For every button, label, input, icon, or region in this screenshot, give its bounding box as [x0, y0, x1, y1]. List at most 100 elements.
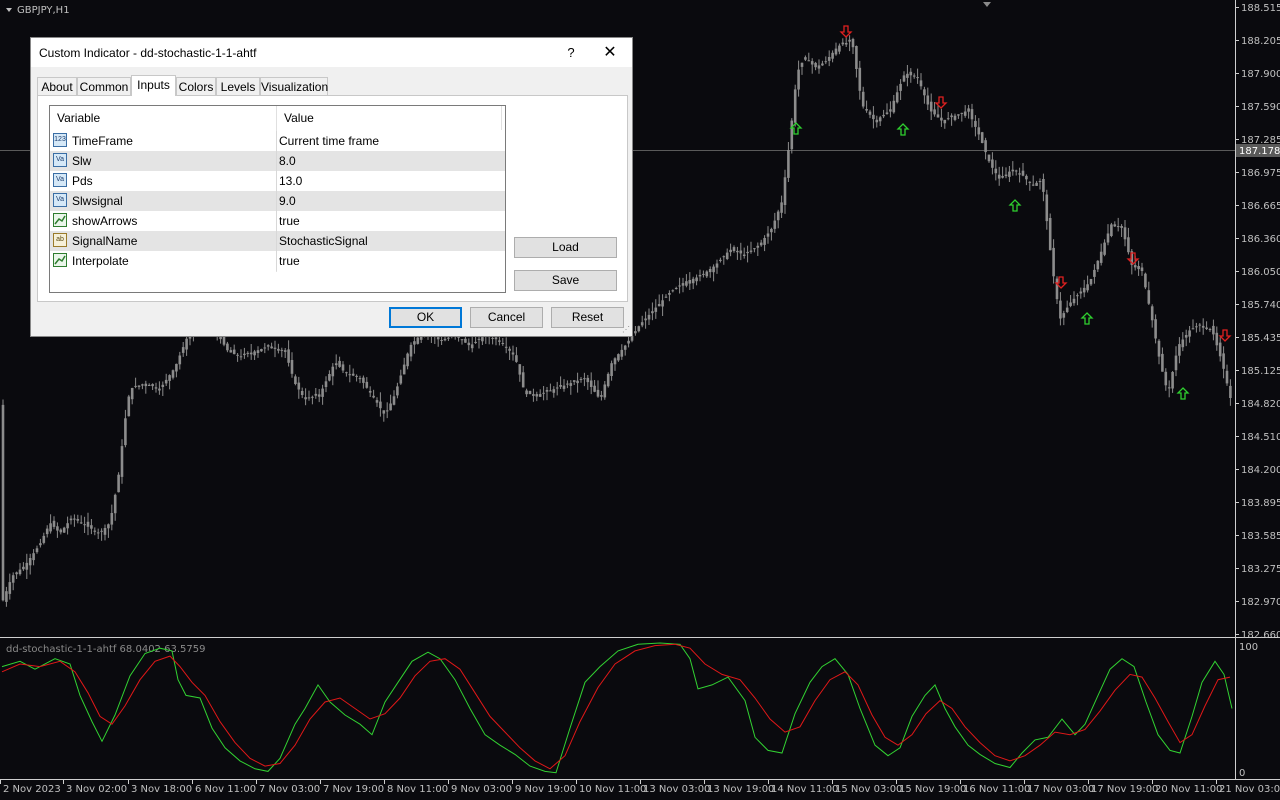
candle-body	[1205, 327, 1208, 329]
candle-body	[406, 353, 409, 367]
chart-shift-icon[interactable]	[983, 2, 991, 7]
candle-body	[1072, 298, 1076, 304]
candle-body	[637, 326, 641, 332]
variable-value[interactable]: 8.0	[279, 151, 296, 171]
input-row-slw[interactable]: Va Slw 8.0	[50, 151, 505, 171]
candle-body	[865, 109, 868, 111]
tab-levels[interactable]: Levels	[216, 77, 260, 95]
reset-button[interactable]: Reset	[551, 307, 624, 328]
candle-body	[698, 275, 702, 277]
candle-body	[776, 211, 780, 221]
tab-inputs[interactable]: Inputs	[131, 75, 176, 96]
candle-body	[977, 127, 981, 135]
input-row-interpolate[interactable]: Interpolate true	[50, 251, 505, 271]
candle-body	[280, 349, 284, 351]
candle-body	[814, 62, 817, 68]
candle-body	[800, 62, 804, 67]
candle-body	[1045, 194, 1049, 222]
time-tick-label: 6 Nov 11:00	[195, 784, 256, 795]
candle-body	[1137, 266, 1140, 270]
chevron-down-icon[interactable]	[6, 8, 12, 12]
candle-body	[1116, 226, 1120, 228]
ok-button[interactable]: OK	[389, 307, 462, 328]
candle-body	[685, 281, 688, 286]
input-row-slwsignal[interactable]: Va Slwsignal 9.0	[50, 191, 505, 211]
candle-body	[1011, 169, 1015, 172]
candle-body	[848, 39, 851, 42]
candle-body	[950, 115, 953, 118]
inputs-grid[interactable]: Variable Value 123 TimeFrame Current time …	[49, 105, 506, 293]
resize-grip-icon[interactable]: ⋰	[622, 325, 630, 334]
candle-body	[912, 75, 916, 77]
candle-body	[681, 283, 685, 286]
price-tick-label: 185.125	[1241, 366, 1280, 377]
candle-body	[1195, 326, 1198, 328]
tab-common[interactable]: Common	[77, 77, 131, 95]
variable-value[interactable]: true	[279, 211, 300, 231]
candle-body	[654, 307, 658, 312]
candle-body	[266, 345, 270, 347]
save-button[interactable]: Save	[514, 270, 617, 291]
candle-body	[674, 288, 678, 289]
candle-body	[100, 530, 103, 532]
input-row-signalname[interactable]: ab SignalName StochasticSignal	[50, 231, 505, 251]
tab-visualization[interactable]: Visualization	[260, 77, 328, 95]
load-button[interactable]: Load	[514, 237, 617, 258]
time-tick-label: 17 Nov 19:00	[1091, 784, 1158, 795]
dialog-titlebar[interactable]: Custom Indicator - dd-stochastic-1-1-aht…	[31, 38, 632, 67]
candle-body	[1048, 218, 1052, 251]
input-row-pds[interactable]: Va Pds 13.0	[50, 171, 505, 191]
candle-body	[766, 233, 770, 237]
candle-body	[756, 245, 760, 248]
row-divider	[276, 151, 277, 171]
candle-body	[508, 348, 511, 351]
candle-body	[1014, 170, 1018, 172]
candle-body	[168, 375, 171, 381]
tab-colors[interactable]: Colors	[176, 77, 216, 95]
candle-body	[552, 389, 556, 393]
tab-about[interactable]: About	[37, 77, 77, 95]
price-tick-label: 186.665	[1241, 201, 1280, 212]
time-tick-label: 9 Nov 19:00	[515, 784, 576, 795]
variable-value[interactable]: 9.0	[279, 191, 296, 211]
candle-body	[447, 337, 450, 339]
candle-body	[243, 353, 246, 356]
candle-body	[229, 350, 233, 353]
candle-body	[994, 168, 998, 174]
variable-value[interactable]: 13.0	[279, 171, 302, 191]
column-header-variable[interactable]: Variable	[57, 106, 100, 130]
candle-body	[960, 112, 964, 114]
input-row-showarrows[interactable]: showArrows true	[50, 211, 505, 231]
candle-body	[185, 338, 188, 350]
candle-body	[338, 360, 341, 367]
candle-body	[409, 344, 413, 357]
indicator-scale-top: 100	[1239, 642, 1258, 653]
candle-body	[664, 296, 668, 298]
close-button[interactable]: ✕	[600, 43, 620, 63]
candle-body	[1035, 182, 1038, 186]
candle-body	[906, 73, 909, 78]
help-button[interactable]: ?	[561, 43, 581, 63]
variable-value[interactable]: Current time frame	[279, 131, 379, 151]
candle-body	[358, 378, 362, 380]
candle-body	[644, 318, 647, 321]
candle-body	[885, 112, 889, 114]
candle-body	[705, 271, 709, 277]
candle-body	[52, 520, 56, 527]
candle-body	[749, 250, 753, 252]
cancel-button[interactable]: Cancel	[470, 307, 543, 328]
time-tick-label: 7 Nov 19:00	[323, 784, 384, 795]
candle-body	[341, 364, 345, 371]
column-header-value[interactable]: Value	[284, 106, 314, 130]
candle-body	[331, 366, 335, 377]
candle-body	[175, 363, 178, 372]
candle-body	[351, 373, 355, 376]
price-tick-label: 188.205	[1241, 36, 1280, 47]
variable-value[interactable]: true	[279, 251, 300, 271]
candle-body	[440, 340, 443, 341]
input-row-timeframe[interactable]: 123 TimeFrame Current time frame	[50, 131, 505, 151]
row-divider	[276, 231, 277, 251]
candle-body	[545, 390, 549, 392]
variable-value[interactable]: StochasticSignal	[279, 231, 368, 251]
candle-body	[763, 238, 766, 245]
